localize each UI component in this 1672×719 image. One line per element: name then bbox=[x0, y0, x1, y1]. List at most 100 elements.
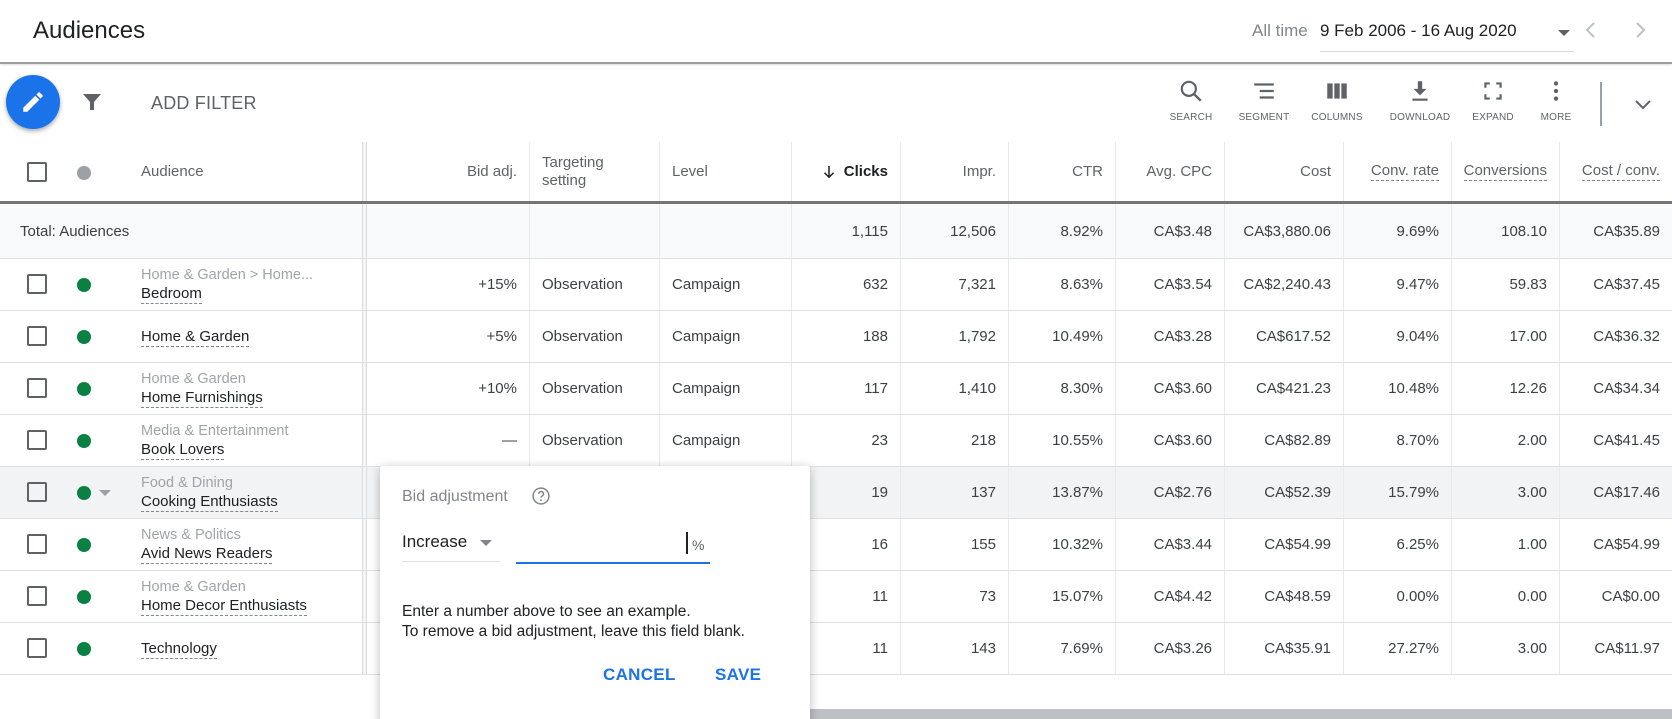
table-row[interactable]: Home & Garden Home Decor Enthusiasts 11 … bbox=[0, 571, 1672, 623]
expand-tool-button[interactable]: EXPAND bbox=[1458, 78, 1528, 130]
status-dropdown-caret-icon[interactable] bbox=[99, 490, 111, 496]
cancel-button[interactable]: CANCEL bbox=[603, 665, 676, 685]
audience-cell: Technology bbox=[141, 623, 217, 674]
frozen-column-separator[interactable] bbox=[362, 142, 367, 201]
col-header-cost[interactable]: Cost bbox=[1225, 142, 1344, 201]
bid-adj-cell[interactable]: +15% bbox=[368, 259, 530, 310]
columns-tool-label: COLUMNS bbox=[1311, 112, 1363, 123]
adjustment-direction-select[interactable]: Increase bbox=[402, 528, 500, 562]
previous-period-button[interactable] bbox=[1579, 18, 1603, 42]
search-tool-label: SEARCH bbox=[1169, 112, 1213, 123]
bid-adjustment-popup: Bid adjustment Increase % Enter a number… bbox=[380, 466, 810, 719]
table-row[interactable]: News & Politics Avid News Readers 16 155… bbox=[0, 519, 1672, 571]
col-header-bid-adj[interactable]: Bid adj. bbox=[368, 142, 530, 201]
table-row[interactable]: Home & Garden Home Furnishings +10% Obse… bbox=[0, 363, 1672, 415]
help-icon[interactable] bbox=[531, 486, 551, 506]
ctr-cell: 13.87% bbox=[1009, 467, 1116, 518]
table-header-row: Audience Bid adj. Targeting setting Leve… bbox=[0, 142, 1672, 204]
help-line-1: Enter a number above to see an example. bbox=[402, 603, 691, 620]
bid-adjustment-input[interactable] bbox=[516, 528, 710, 564]
row-checkbox[interactable] bbox=[27, 326, 47, 346]
col-header-audience[interactable]: Audience bbox=[129, 142, 362, 201]
download-tool-button[interactable]: DOWNLOAD bbox=[1385, 78, 1455, 130]
bid-adj-cell[interactable]: +5% bbox=[368, 311, 530, 362]
cost-cell: CA$617.52 bbox=[1225, 311, 1344, 362]
search-icon bbox=[1180, 80, 1202, 102]
avg-cpc-cell: CA$3.26 bbox=[1116, 623, 1225, 674]
collapse-toolbar-button[interactable] bbox=[1628, 92, 1658, 118]
status-enabled-icon bbox=[77, 434, 91, 448]
targeting-cell: Observation bbox=[530, 363, 660, 414]
page-title: Audiences bbox=[33, 17, 146, 44]
col-header-clicks[interactable]: Clicks bbox=[792, 142, 901, 201]
segment-tool-label: SEGMENT bbox=[1238, 112, 1290, 123]
columns-tool-button[interactable]: COLUMNS bbox=[1302, 78, 1372, 130]
date-range-label: All time bbox=[1252, 21, 1308, 40]
next-period-button[interactable] bbox=[1628, 18, 1652, 42]
clicks-cell: 117 bbox=[792, 363, 901, 414]
total-conversions: 108.10 bbox=[1452, 204, 1560, 258]
pencil-icon bbox=[23, 92, 43, 112]
filter-icon[interactable] bbox=[80, 90, 104, 114]
frozen-column-separator bbox=[362, 204, 367, 258]
edit-fab-button[interactable] bbox=[6, 75, 60, 129]
audience-name-link[interactable]: Technology bbox=[141, 639, 217, 659]
audience-cell: Home & Garden Home Furnishings bbox=[141, 363, 263, 414]
table-row[interactable]: Technology 11 143 7.69% CA$3.26 CA$35.91… bbox=[0, 623, 1672, 675]
targeting-cell: Observation bbox=[530, 259, 660, 310]
col-header-ctr[interactable]: CTR bbox=[1009, 142, 1116, 201]
row-checkbox[interactable] bbox=[27, 430, 47, 450]
percent-suffix: % bbox=[692, 537, 705, 553]
more-tool-button[interactable]: MORE bbox=[1521, 78, 1591, 130]
table-row[interactable]: Home & Garden > Home... Bedroom +15% Obs… bbox=[0, 259, 1672, 311]
table-row[interactable]: Home & Garden +5% Observation Campaign 1… bbox=[0, 311, 1672, 363]
bid-adj-cell[interactable]: +10% bbox=[368, 363, 530, 414]
table-row[interactable]: Food & Dining Cooking Enthusiasts 19 137… bbox=[0, 467, 1672, 519]
targeting-cell: Observation bbox=[530, 311, 660, 362]
audience-name-link[interactable]: Book Lovers bbox=[141, 440, 225, 460]
cost-per-conv-cell: CA$34.34 bbox=[1593, 380, 1660, 397]
row-checkbox[interactable] bbox=[27, 482, 47, 502]
audience-name-link[interactable]: Home Decor Enthusiasts bbox=[141, 596, 307, 616]
audience-name-link[interactable]: Bedroom bbox=[141, 284, 202, 304]
row-checkbox[interactable] bbox=[27, 274, 47, 294]
col-header-conv-rate[interactable]: Conv. rate bbox=[1344, 142, 1452, 201]
adjustment-direction-value: Increase bbox=[402, 532, 468, 551]
table-row[interactable]: Media & Entertainment Book Lovers — Obse… bbox=[0, 415, 1672, 467]
cost-cell: CA$52.39 bbox=[1225, 467, 1344, 518]
row-checkbox[interactable] bbox=[27, 586, 47, 606]
help-line-2: To remove a bid adjustment, leave this f… bbox=[402, 623, 745, 640]
conv-rate-cell: 9.04% bbox=[1344, 311, 1452, 362]
conversions-cell: 3.00 bbox=[1452, 467, 1560, 518]
download-tool-label: DOWNLOAD bbox=[1389, 112, 1451, 123]
segment-tool-button[interactable]: SEGMENT bbox=[1229, 78, 1299, 130]
audience-cell: Food & Dining Cooking Enthusiasts bbox=[141, 467, 278, 518]
audience-name-link[interactable]: Avid News Readers bbox=[141, 544, 273, 564]
row-checkbox[interactable] bbox=[27, 378, 47, 398]
col-header-avg-cpc[interactable]: Avg. CPC bbox=[1116, 142, 1225, 201]
total-label: Total: Audiences bbox=[20, 222, 130, 240]
date-range-select[interactable]: 9 Feb 2006 - 16 Aug 2020 bbox=[1320, 12, 1574, 52]
bid-adj-cell[interactable]: — bbox=[368, 415, 530, 466]
impr-cell: 73 bbox=[901, 571, 1009, 622]
audience-name-link[interactable]: Home & Garden bbox=[141, 327, 250, 347]
avg-cpc-cell: CA$3.54 bbox=[1116, 259, 1225, 310]
audience-cell: News & Politics Avid News Readers bbox=[141, 519, 273, 570]
audience-name-link[interactable]: Home Furnishings bbox=[141, 388, 263, 408]
col-header-cost-per-conv[interactable]: Cost / conv. bbox=[1560, 142, 1672, 201]
total-cost-per-conv: CA$35.89 bbox=[1593, 222, 1660, 240]
row-checkbox[interactable] bbox=[27, 638, 47, 658]
ctr-cell: 8.30% bbox=[1009, 363, 1116, 414]
select-all-checkbox[interactable] bbox=[27, 162, 47, 182]
add-filter-button[interactable]: ADD FILTER bbox=[151, 93, 257, 114]
col-header-impr[interactable]: Impr. bbox=[901, 142, 1009, 201]
save-button[interactable]: SAVE bbox=[715, 665, 761, 685]
dropdown-caret-icon bbox=[1558, 30, 1570, 36]
row-checkbox[interactable] bbox=[27, 534, 47, 554]
col-header-targeting-setting[interactable]: Targeting setting bbox=[530, 142, 660, 201]
col-header-level[interactable]: Level bbox=[660, 142, 792, 201]
audience-name-link[interactable]: Cooking Enthusiasts bbox=[141, 492, 278, 512]
conv-rate-cell: 8.70% bbox=[1344, 415, 1452, 466]
col-header-conversions[interactable]: Conversions bbox=[1452, 142, 1560, 201]
search-tool-button[interactable]: SEARCH bbox=[1156, 78, 1226, 130]
